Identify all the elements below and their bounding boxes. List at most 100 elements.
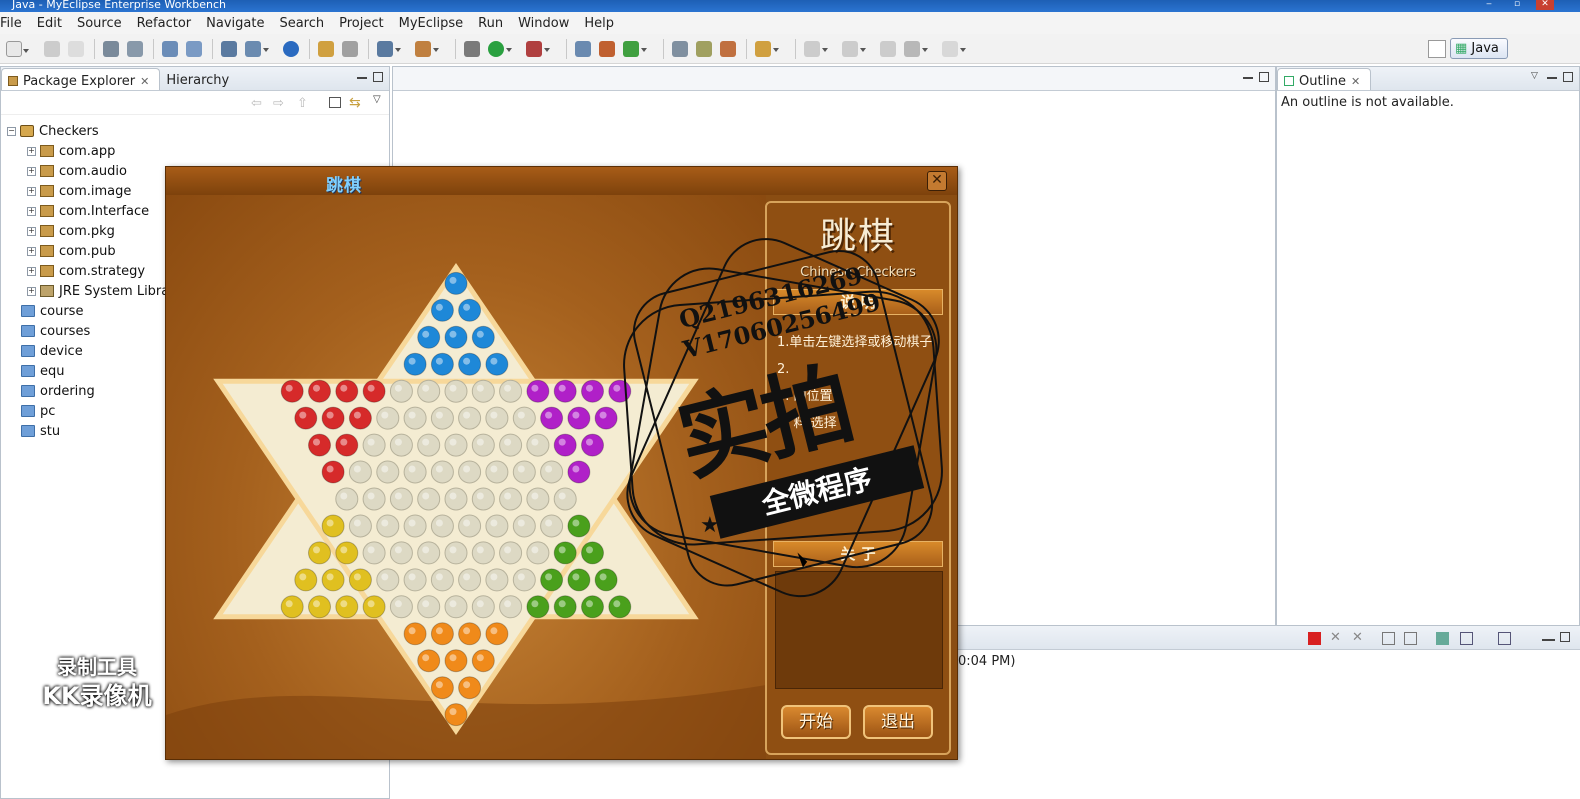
save-all-icon[interactable] [68,40,84,57]
checker-piece[interactable] [444,325,468,349]
tree-item-project[interactable]: − Checkers [7,121,389,141]
empty-hole[interactable] [499,379,523,403]
link-editor-icon[interactable]: ⇆ [349,95,361,111]
minimize-console-icon[interactable] [1542,638,1555,641]
minimize-view-icon[interactable] [357,76,367,79]
checker-piece[interactable] [308,595,331,619]
new-icon[interactable] [6,40,29,57]
checker-piece[interactable] [458,298,482,322]
checker-piece[interactable] [471,325,495,349]
checker-piece[interactable] [308,433,331,457]
checker-piece[interactable] [567,460,591,484]
checker-piece[interactable] [430,352,454,376]
maximize-view-icon[interactable] [1563,72,1573,82]
empty-hole[interactable] [444,379,468,403]
checker-piece[interactable] [444,703,468,727]
open-perspective-icon[interactable] [755,40,779,57]
empty-hole[interactable] [362,541,386,565]
empty-hole[interactable] [485,460,509,484]
screen-icon[interactable] [377,40,401,57]
checker-piece[interactable] [608,595,632,619]
tree-item-package[interactable]: + com.app [7,141,389,161]
tab-hierarchy[interactable]: Hierarchy [160,68,239,90]
menu-search[interactable]: Search [271,16,331,31]
empty-hole[interactable] [417,487,441,511]
checker-piece[interactable] [594,568,618,592]
display-console-icon[interactable] [1460,632,1473,645]
empty-hole[interactable] [540,514,564,538]
checker-piece[interactable] [417,325,441,349]
checker-piece[interactable] [335,541,359,565]
checker-piece[interactable] [362,595,386,619]
maximize-console-icon[interactable] [1560,632,1570,642]
checker-piece[interactable] [308,379,331,403]
checker-piece[interactable] [444,649,468,673]
checker-piece[interactable] [458,622,482,646]
empty-hole[interactable] [403,568,427,592]
server-icon[interactable] [186,40,202,57]
menu-help[interactable]: Help [576,16,621,31]
checker-piece[interactable] [444,271,468,295]
empty-hole[interactable] [512,406,536,430]
checker-piece[interactable] [362,379,386,403]
checker-piece[interactable] [403,622,427,646]
up-nav-icon[interactable]: ⇧ [297,96,308,111]
run-server-icon[interactable] [245,40,269,57]
build-all-icon[interactable] [127,40,143,57]
maximize-editor-icon[interactable] [1259,72,1269,82]
empty-hole[interactable] [417,433,441,457]
checker-piece[interactable] [430,298,454,322]
empty-hole[interactable] [471,379,495,403]
back-icon[interactable] [904,40,928,57]
checker-piece[interactable] [553,541,577,565]
save-icon[interactable] [44,40,60,57]
expand-toggle-icon[interactable]: + [27,226,36,236]
empty-hole[interactable] [376,460,400,484]
empty-hole[interactable] [417,595,441,619]
empty-hole[interactable] [526,487,550,511]
empty-hole[interactable] [485,568,509,592]
menu-edit[interactable]: Edit [29,16,69,31]
view-menu-icon[interactable]: ▽ [373,94,381,105]
checker-piece[interactable] [280,379,304,403]
expand-toggle-icon[interactable]: + [27,286,36,296]
expand-toggle-icon[interactable]: + [27,146,36,156]
checker-piece[interactable] [308,541,331,565]
empty-hole[interactable] [417,541,441,565]
checker-piece[interactable] [335,433,359,457]
empty-hole[interactable] [458,460,482,484]
checker-piece[interactable] [581,595,604,619]
open-perspective-button[interactable] [1428,39,1446,58]
checker-piece[interactable] [581,433,604,457]
debug-icon[interactable] [464,40,480,57]
empty-hole[interactable] [389,541,413,565]
tab-outline[interactable]: Outline ✕ [1277,68,1372,90]
empty-hole[interactable] [430,514,454,538]
maximize-icon[interactable]: ▫ [1508,0,1526,10]
deploy-icon[interactable] [162,40,178,57]
checker-piece[interactable] [458,676,482,700]
menu-navigate[interactable]: Navigate [198,16,271,31]
checker-piece[interactable] [581,379,604,403]
menu-window[interactable]: Window [510,16,576,31]
empty-hole[interactable] [430,406,454,430]
search-icon[interactable] [720,40,736,57]
empty-hole[interactable] [430,460,454,484]
empty-hole[interactable] [348,514,372,538]
package-icon[interactable] [415,40,439,57]
scroll-lock-icon[interactable] [1404,632,1417,645]
empty-hole[interactable] [417,379,441,403]
open-type-icon[interactable] [672,40,688,57]
checker-piece[interactable] [526,379,550,403]
close-icon[interactable]: ✕ [1536,0,1554,10]
checker-piece[interactable] [608,379,632,403]
checker-piece[interactable] [567,406,591,430]
empty-hole[interactable] [485,514,509,538]
start-button[interactable]: 开始 [781,705,851,739]
menu-run[interactable]: Run [470,16,510,31]
empty-hole[interactable] [512,514,536,538]
empty-hole[interactable] [444,595,468,619]
maximize-view-icon[interactable] [373,72,383,82]
checker-piece[interactable] [430,622,454,646]
expand-toggle-icon[interactable]: + [27,206,36,216]
